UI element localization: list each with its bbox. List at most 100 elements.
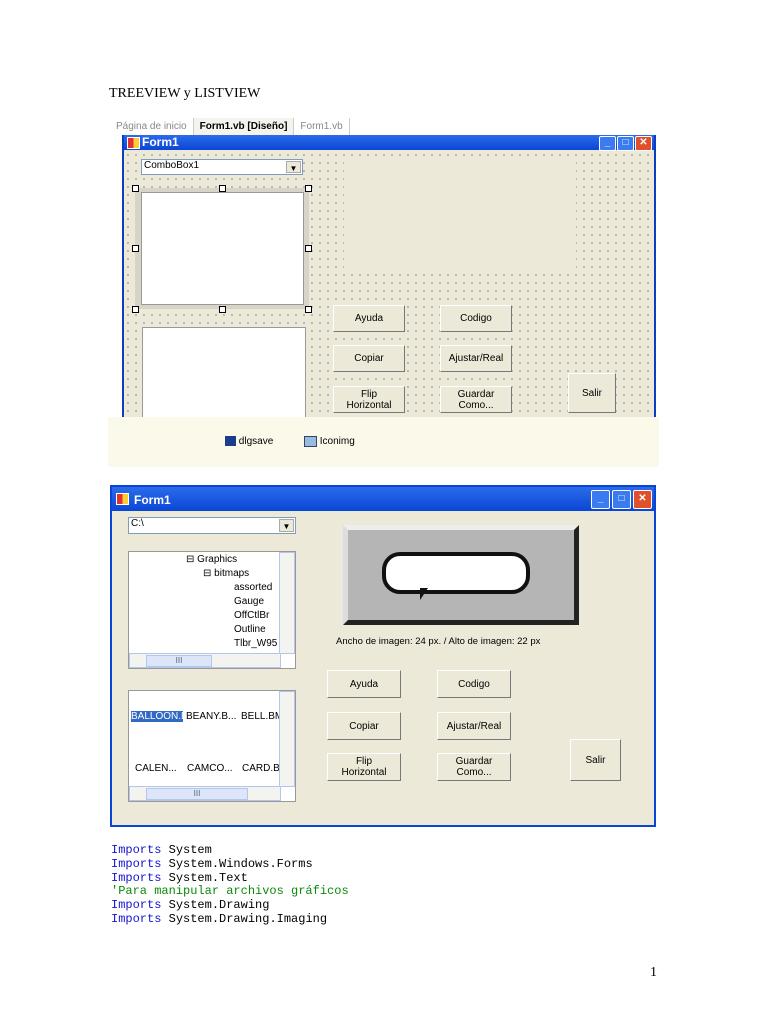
guardar-como-button[interactable]: Guardar Como...	[437, 753, 511, 781]
tree-node[interactable]: assorted	[234, 582, 272, 593]
designer-tabs: Página de inicio Form1.vb [Diseño] Form1…	[110, 118, 350, 136]
tree-node[interactable]: Tlbr_W95	[234, 638, 277, 649]
form-title: Form1	[142, 135, 179, 149]
guardar-como-button[interactable]: Guardar Como...	[440, 386, 512, 413]
scroll-thumb[interactable]: III	[146, 655, 212, 667]
code-text: System.Text	[161, 870, 248, 885]
tree-node[interactable]: ⊟ Graphics	[186, 554, 237, 565]
design-form: Form1 _ □ ✕ ComboBox1 ▼ Ayuda Codigo Copi…	[122, 135, 656, 420]
resize-handle[interactable]	[132, 185, 139, 192]
tree-node[interactable]: Gauge	[234, 596, 264, 607]
tree-node-label: Graphics	[197, 554, 238, 565]
salir-button[interactable]: Salir	[570, 739, 621, 781]
component-tray: dlgsave Iconimg	[108, 417, 659, 467]
speech-balloon-icon	[382, 552, 530, 594]
vertical-scrollbar[interactable]	[279, 691, 295, 787]
form-titlebar: Form1 _ □ ✕	[112, 487, 654, 511]
resize-handle[interactable]	[219, 306, 226, 313]
chevron-down-icon[interactable]: ▼	[286, 161, 301, 173]
picturebox	[344, 160, 576, 268]
list-item-selected[interactable]: BALLOON.BMP	[131, 711, 203, 722]
imagelist-icon	[304, 436, 317, 447]
code-line: Imports System.Drawing.Imaging	[111, 911, 349, 927]
form-title: Form1	[134, 493, 171, 507]
list-item[interactable]: BELL.BM	[241, 711, 281, 722]
horizontal-scrollbar[interactable]: III	[129, 786, 281, 801]
minimize-icon[interactable]: _	[591, 490, 610, 509]
ajustar-real-button[interactable]: Ajustar/Real	[437, 712, 511, 740]
vertical-scrollbar[interactable]	[279, 552, 295, 654]
tree-node[interactable]: ⊟ bitmaps	[203, 568, 249, 579]
code-line: Imports System.Windows.Forms	[111, 856, 349, 872]
flip-horizontal-button[interactable]: Flip Horizontal	[333, 386, 405, 413]
form-icon	[116, 493, 129, 505]
code-listing: Imports System Imports System.Windows.For…	[111, 843, 349, 927]
balloon-tail	[420, 588, 428, 600]
maximize-icon[interactable]: □	[617, 136, 634, 151]
combobox[interactable]: ComboBox1 ▼	[141, 159, 303, 175]
file-listview[interactable]: BALLOON.BMP BEANY.B... BELL.BM CALEN... …	[128, 690, 296, 802]
scroll-thumb[interactable]: III	[146, 788, 248, 800]
treeview-selection[interactable]	[132, 185, 312, 313]
resize-handle[interactable]	[305, 185, 312, 192]
code-line: 'Para manipular archivos gráficos	[111, 884, 349, 899]
resize-handle[interactable]	[132, 306, 139, 313]
copiar-button[interactable]: Copiar	[327, 712, 401, 740]
iconimg-component[interactable]: Iconimg	[304, 436, 355, 447]
close-icon[interactable]: ✕	[635, 136, 652, 151]
list-item[interactable]: CAMCO...	[187, 763, 233, 774]
save-dialog-icon	[225, 436, 236, 447]
tab-form-code[interactable]: Form1.vb	[294, 118, 350, 136]
list-item[interactable]: BEANY.B...	[186, 711, 236, 722]
tab-form-design[interactable]: Form1.vb [Diseño]	[193, 118, 295, 136]
codigo-button[interactable]: Codigo	[440, 305, 512, 332]
treeview[interactable]	[141, 192, 304, 305]
code-text: System	[161, 843, 212, 857]
resize-handle[interactable]	[132, 245, 139, 252]
tree-node-label: bitmaps	[214, 568, 250, 579]
copiar-button[interactable]: Copiar	[333, 345, 405, 372]
ayuda-button[interactable]: Ayuda	[327, 670, 401, 698]
tree-node[interactable]: OffCtlBr	[234, 610, 269, 621]
code-text: System.Drawing	[161, 898, 270, 913]
ayuda-button[interactable]: Ayuda	[333, 305, 405, 332]
codigo-button[interactable]: Codigo	[437, 670, 511, 698]
code-text: System.Windows.Forms	[161, 856, 313, 871]
code-line: Imports System	[111, 843, 349, 858]
code-keyword: Imports	[111, 843, 162, 857]
folder-treeview[interactable]: ⊟ Graphics ⊟ bitmaps assorted Gauge OffC…	[128, 551, 296, 669]
dlgsave-label: dlgsave	[238, 436, 274, 447]
page-number: 1	[650, 965, 657, 980]
code-text: System.Drawing.Imaging	[161, 911, 328, 926]
document-title: TREEVIEW y LISTVIEW	[109, 86, 261, 101]
minimize-icon[interactable]: _	[599, 136, 616, 151]
horizontal-scrollbar[interactable]: III	[129, 653, 281, 668]
listview[interactable]	[142, 327, 306, 420]
form-titlebar: Form1 _ □ ✕	[124, 135, 654, 151]
designer-screenshot: Página de inicio Form1.vb [Diseño] Form1…	[108, 115, 659, 467]
code-line: Imports System.Drawing	[111, 898, 349, 913]
tree-node[interactable]: Outline	[234, 624, 266, 635]
image-size-label: Ancho de imagen: 24 px. / Alto de imagen…	[336, 636, 541, 647]
flip-horizontal-button[interactable]: Flip Horizontal	[327, 753, 401, 781]
list-item[interactable]: CALEN...	[135, 763, 177, 774]
tab-start-page[interactable]: Página de inicio	[110, 118, 194, 136]
code-keyword: Imports	[111, 856, 162, 871]
maximize-icon[interactable]: □	[612, 490, 631, 509]
ajustar-real-button[interactable]: Ajustar/Real	[440, 345, 512, 372]
dlgsave-component[interactable]: dlgsave	[225, 436, 273, 447]
resize-handle[interactable]	[305, 306, 312, 313]
combobox-value: C:\	[131, 518, 144, 529]
combobox-value: ComboBox1	[144, 160, 200, 171]
resize-handle[interactable]	[219, 185, 226, 192]
resize-handle[interactable]	[305, 245, 312, 252]
list-item[interactable]: CARD.B	[242, 763, 280, 774]
form-icon	[127, 137, 140, 149]
drive-combobox[interactable]: C:\ ▼	[128, 517, 296, 534]
chevron-down-icon[interactable]: ▼	[279, 519, 294, 532]
close-icon[interactable]: ✕	[633, 490, 652, 509]
salir-button[interactable]: Salir	[568, 373, 616, 413]
document-page: TREEVIEW y LISTVIEW Página de inicio For…	[0, 0, 768, 1024]
iconimg-label: Iconimg	[319, 436, 355, 448]
code-keyword: Imports	[111, 898, 162, 913]
